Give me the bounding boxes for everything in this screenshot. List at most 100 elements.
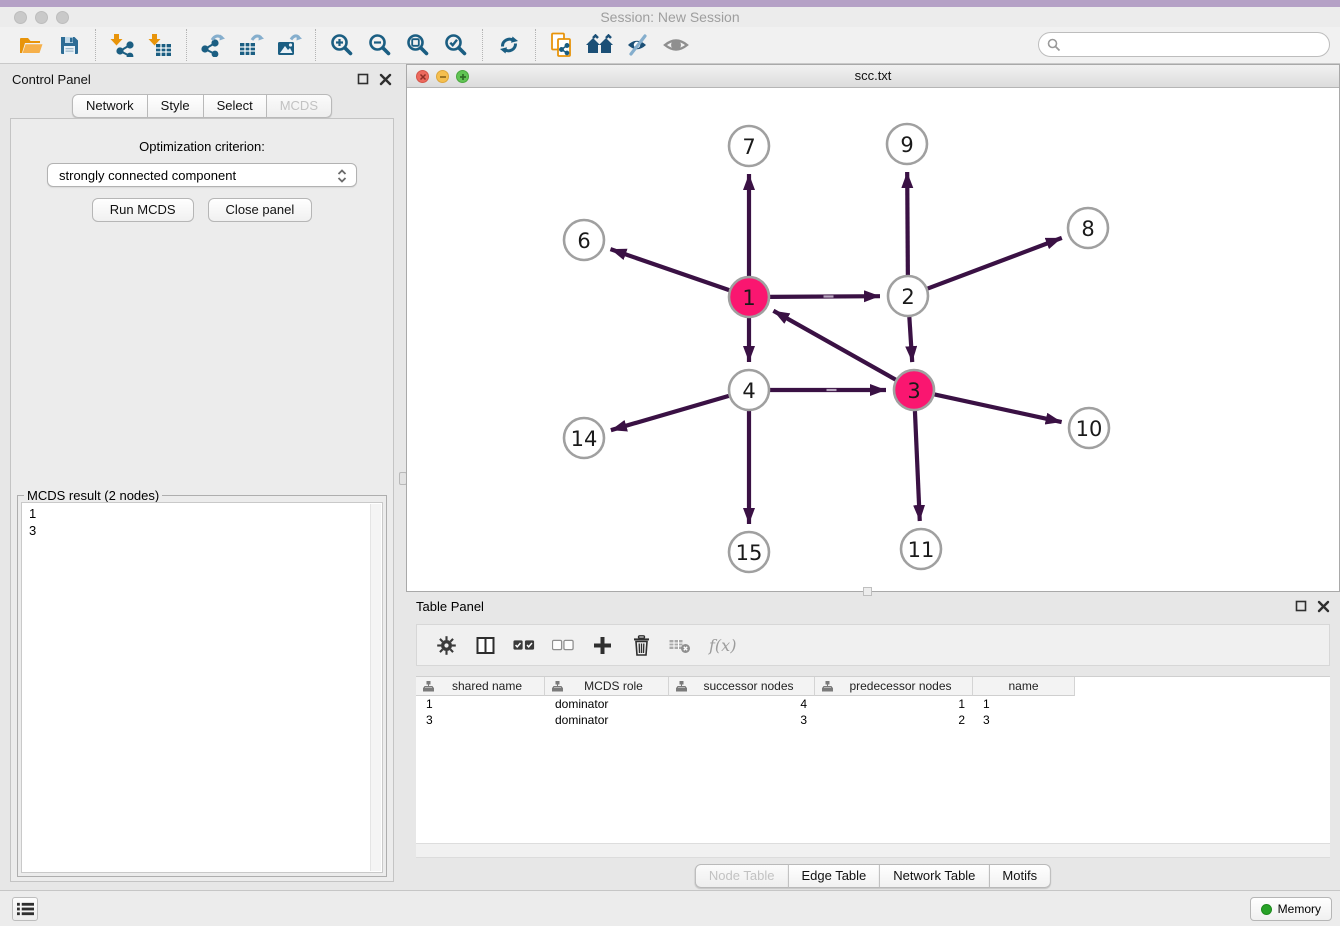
edge-1-6[interactable] [610,249,729,290]
node-8[interactable]: 8 [1068,208,1108,248]
tab-mcds[interactable]: MCDS [267,94,332,118]
select-all-columns-icon[interactable] [513,634,535,656]
node-3[interactable]: 3 [894,370,934,410]
add-column-icon[interactable] [591,634,613,656]
export-image-icon[interactable] [270,29,308,61]
column-header-predecessor-nodes[interactable]: predecessor nodes [815,677,973,696]
function-builder-icon[interactable]: f(x) [708,634,742,656]
zoom-out-icon[interactable] [361,29,399,61]
close-table-panel-icon[interactable] [1317,600,1330,613]
task-history-button[interactable] [12,897,38,921]
node-7[interactable]: 7 [729,126,769,166]
run-mcds-button[interactable]: Run MCDS [92,198,194,222]
edge-2-9[interactable] [907,172,908,275]
export-table-icon[interactable] [232,29,270,61]
delete-table-icon[interactable] [669,634,691,656]
search-input[interactable] [1066,37,1329,52]
toolbar-separator [482,29,483,61]
cell-name[interactable]: 1 [973,696,1075,712]
tab-edge-table[interactable]: Edge Table [788,864,880,888]
network-close-button[interactable] [416,70,429,83]
table-row[interactable]: 3dominator323 [416,712,1330,728]
zoom-selected-icon[interactable] [437,29,475,61]
import-network-icon[interactable] [103,29,141,61]
mcds-result-text[interactable]: 1 3 [21,502,383,873]
horizontal-scrollbar[interactable] [416,843,1330,857]
float-panel-icon[interactable] [357,73,370,86]
delete-column-icon[interactable] [630,634,652,656]
save-session-icon[interactable] [50,29,88,61]
network-title: scc.txt [407,65,1339,87]
node-label: 6 [577,229,590,253]
main-toolbar [0,27,1340,64]
mcds-result-title: MCDS result (2 nodes) [24,488,162,503]
node-11[interactable]: 11 [901,529,941,569]
node-2[interactable]: 2 [888,276,928,316]
cell-MCDS-role[interactable]: dominator [545,712,669,728]
split-columns-icon[interactable] [474,634,496,656]
export-network-icon[interactable] [194,29,232,61]
tab-select[interactable]: Select [204,94,267,118]
criterion-dropdown[interactable]: strongly connected component [47,163,357,187]
edge-4-14[interactable] [611,396,729,430]
column-header-successor-nodes[interactable]: successor nodes [669,677,815,696]
cell-shared-name[interactable]: 3 [416,712,545,728]
refresh-layout-icon[interactable] [490,29,528,61]
column-header-MCDS-role[interactable]: MCDS role [545,677,669,696]
search-field[interactable] [1038,32,1330,57]
edge-3-1[interactable] [773,311,895,380]
tab-style[interactable]: Style [148,94,204,118]
tab-network-table[interactable]: Network Table [880,864,989,888]
tab-node-table[interactable]: Node Table [695,864,789,888]
import-table-icon[interactable] [141,29,179,61]
node-15[interactable]: 15 [729,532,769,572]
edge-2-3[interactable] [909,317,912,362]
toolbar-separator [315,29,316,61]
edge-3-11[interactable] [915,411,920,521]
cell-MCDS-role[interactable]: dominator [545,696,669,712]
settings-icon[interactable] [435,634,457,656]
cell-name[interactable]: 3 [973,712,1075,728]
cell-shared-name[interactable]: 1 [416,696,545,712]
zoom-in-icon[interactable] [323,29,361,61]
open-session-icon[interactable] [12,29,50,61]
network-canvas[interactable]: 7 9 6 8 1 2 4 3 14 10 15 11 [407,88,1339,591]
node-label: 3 [907,379,920,403]
node-table: shared nameMCDS rolesuccessor nodesprede… [416,676,1330,858]
toolbar-separator [535,29,536,61]
table-row[interactable]: 1dominator411 [416,696,1330,712]
cell-predecessor-nodes[interactable]: 1 [815,696,973,712]
close-panel-button[interactable]: Close panel [208,198,313,222]
network-maximize-button[interactable] [456,70,469,83]
hide-details-icon[interactable] [619,29,657,61]
node-1[interactable]: 1 [729,277,769,317]
float-table-panel-icon[interactable] [1295,600,1308,613]
edge-2-8[interactable] [928,238,1062,289]
node-14[interactable]: 14 [564,418,604,458]
copy-network-icon[interactable] [543,29,581,61]
memory-button[interactable]: Memory [1250,897,1332,921]
edge-3-10[interactable] [935,394,1062,422]
deselect-all-columns-icon[interactable] [552,634,574,656]
close-panel-icon[interactable] [379,73,392,86]
cell-successor-nodes[interactable]: 3 [669,712,815,728]
node-label: 14 [571,427,598,451]
tab-motifs[interactable]: Motifs [989,864,1051,888]
column-header-shared-name[interactable]: shared name [416,677,545,696]
criterion-dropdown-value: strongly connected component [59,168,236,183]
scrollbar-track[interactable] [370,504,381,871]
birds-eye-icon[interactable] [657,29,695,61]
zoom-fit-icon[interactable] [399,29,437,61]
cell-predecessor-nodes[interactable]: 2 [815,712,973,728]
node-6[interactable]: 6 [564,220,604,260]
network-minimize-button[interactable] [436,70,449,83]
node-10[interactable]: 10 [1069,408,1109,448]
network-window-titlebar[interactable]: scc.txt [407,65,1339,88]
node-9[interactable]: 9 [887,124,927,164]
home-icon[interactable] [581,29,619,61]
cell-successor-nodes[interactable]: 4 [669,696,815,712]
toolbar-separator [95,29,96,61]
node-4[interactable]: 4 [729,370,769,410]
tab-network[interactable]: Network [72,94,148,118]
column-header-name[interactable]: name [973,677,1075,696]
